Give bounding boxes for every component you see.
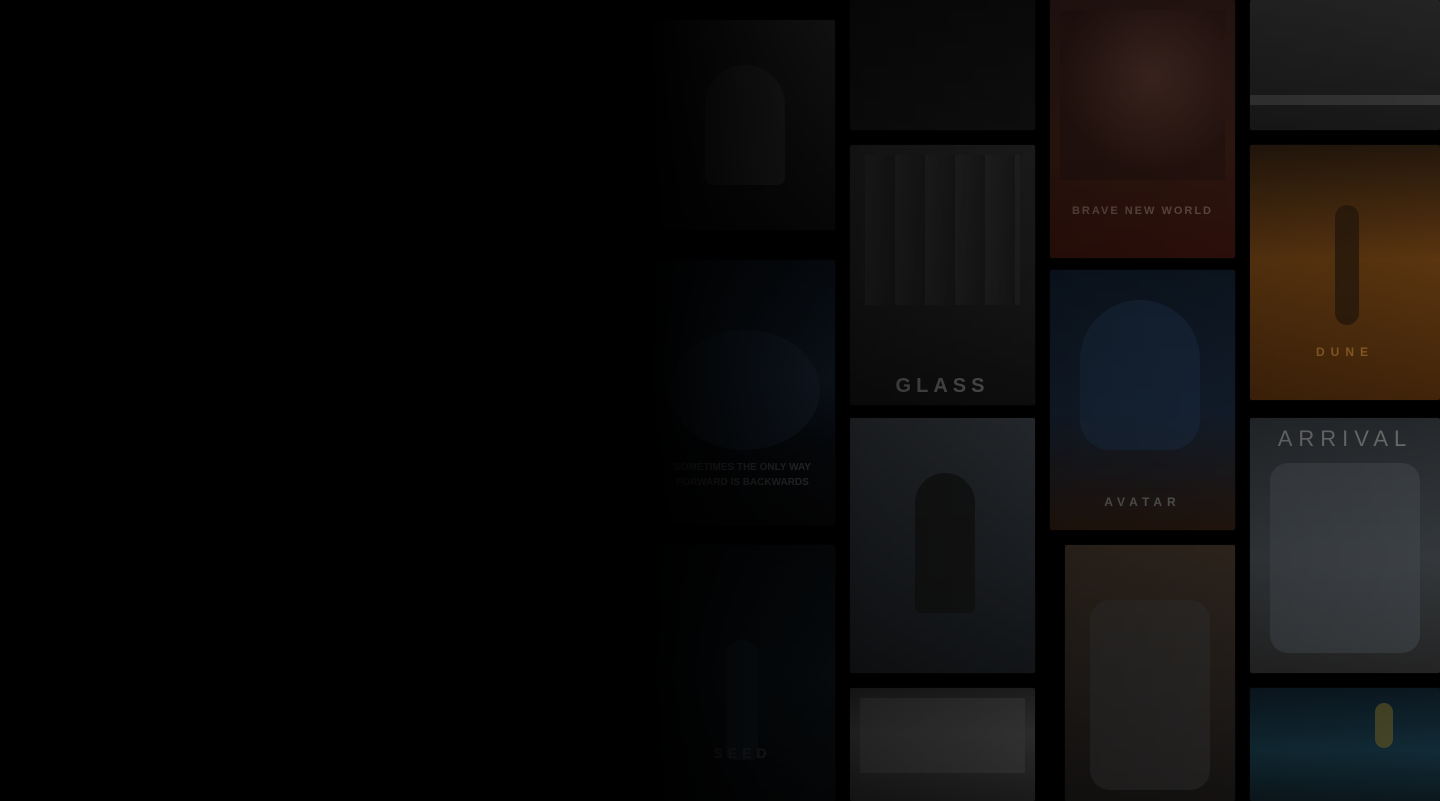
poster-yellow-accent bbox=[1375, 703, 1393, 748]
movie-poster-blue-bottom[interactable] bbox=[1250, 688, 1440, 801]
movie-poster-romance[interactable] bbox=[1065, 545, 1235, 801]
movie-poster-dark-figure[interactable]: SEED bbox=[650, 545, 835, 801]
movie-poster-top-dark[interactable] bbox=[850, 0, 1035, 130]
poster-faces bbox=[860, 698, 1025, 773]
movie-poster-red[interactable]: BRAVE NEW WORLD bbox=[1050, 0, 1235, 258]
login-backdrop: SOMETIMES THE ONLY WAY FORWARD IS BACKWA… bbox=[0, 0, 1440, 801]
poster-stripe bbox=[1250, 95, 1440, 105]
poster-title: BRAVE NEW WORLD bbox=[1071, 205, 1213, 217]
poster-portrait bbox=[1270, 463, 1420, 653]
movie-poster-dune[interactable]: DUNE bbox=[1250, 145, 1440, 400]
poster-couple bbox=[1090, 600, 1210, 790]
poster-tagline: SOMETIMES THE ONLY WAY FORWARD IS BACKWA… bbox=[674, 462, 811, 488]
movie-poster-avatar[interactable]: AVATAR bbox=[1050, 270, 1235, 530]
poster-title: AVATAR bbox=[1104, 495, 1181, 509]
movie-poster-man-portrait[interactable] bbox=[650, 20, 835, 230]
movie-poster-girl-photo[interactable] bbox=[850, 418, 1035, 673]
poster-cloud bbox=[670, 330, 820, 450]
poster-title: SEED bbox=[713, 745, 772, 761]
poster-figures bbox=[865, 155, 1020, 305]
poster-silhouette bbox=[726, 640, 758, 760]
poster-figure bbox=[705, 65, 785, 185]
poster-title: ARRIVAL bbox=[1277, 426, 1413, 451]
movie-poster-couple[interactable] bbox=[850, 688, 1035, 801]
poster-sky-fire bbox=[1060, 10, 1225, 180]
poster-girl bbox=[915, 473, 975, 613]
poster-face bbox=[1080, 300, 1200, 450]
movie-poster-arrival[interactable]: ARRIVAL bbox=[1250, 418, 1440, 673]
poster-title: GLASS bbox=[895, 375, 990, 397]
movie-poster-blue-cloud[interactable]: SOMETIMES THE ONLY WAY FORWARD IS BACKWA… bbox=[650, 260, 835, 525]
movie-poster-top-right[interactable] bbox=[1250, 0, 1440, 130]
movie-poster-glass[interactable]: GLASS bbox=[850, 145, 1035, 405]
poster-title: DUNE bbox=[1315, 345, 1374, 359]
poster-figure bbox=[1335, 205, 1359, 325]
